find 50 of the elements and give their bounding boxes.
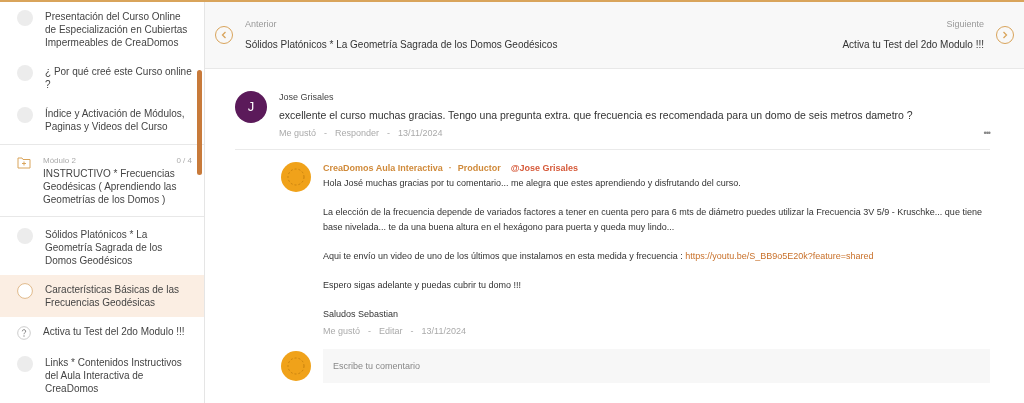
chevron-right-icon: [1001, 31, 1009, 39]
comment-text: excellente el curso muchas gracias. Tengo una pregunta extra. que frecuencia es recomendada para un domo de seis metros dametro ?: [279, 107, 914, 123]
reply-paragraph: Hola José muchas gracias por tu comentario... me alegra que estes aprendiendo y disfrutando del curso.: [323, 177, 742, 191]
more-options-button[interactable]: •••: [983, 127, 990, 141]
separator: -: [368, 325, 372, 339]
chevron-left-icon: [220, 31, 228, 39]
question-icon: [17, 326, 31, 340]
status-circle-icon: [17, 283, 33, 299]
comment-date: 13/11/2024: [398, 127, 443, 141]
sidebar-item[interactable]: Presentación del Curso Online de Especialización en Cubiertas Impermeables de CreaDomos: [0, 2, 204, 57]
sidebar-item[interactable]: Características Básicas de las Frecuencias Geodésicas: [0, 275, 204, 317]
sidebar-item[interactable]: ¿ Por qué creé este Curso online ?: [0, 57, 204, 99]
lesson-title: ¿ Por qué creé este Curso online ?: [45, 65, 192, 91]
lesson-title: Características Básicas de las Frecuencias Geodésicas: [45, 283, 180, 309]
lesson-title: Activa tu Test del 2do Modulo !!!: [43, 325, 186, 338]
user-avatar: J: [235, 91, 267, 123]
reply-paragraph: Saludos Sebastian: [323, 308, 400, 322]
comment-input-field[interactable]: Escribe tu comentario: [323, 348, 990, 383]
scrollbar-thumb[interactable]: [197, 70, 202, 175]
sidebar-item[interactable]: Sólidos Platónicos * La Geometría Sagrada de los Domos Geodésicos: [0, 220, 204, 275]
previous-lesson-link[interactable]: Sólidos Platónicos * La Geometría Sagrada de los Domos Geodésicos: [245, 37, 558, 53]
separator-dot: ·: [448, 161, 452, 175]
sidebar-item[interactable]: Índice y Activación de Módulos, Paginas y Videos del Curso: [0, 99, 204, 141]
lesson-title: Índice y Activación de Módulos, Paginas y Videos del Curso: [45, 107, 186, 133]
next-lesson-link[interactable]: Activa tu Test del 2do Modulo !!!: [842, 37, 984, 53]
previous-label: Anterior: [245, 17, 277, 31]
lesson-title: Presentación del Curso Online de Especialización en Cubiertas Impermeables de CreaDomos: [45, 10, 189, 49]
reply-author: CreaDomos Aula Interactiva: [323, 161, 443, 175]
mention-link[interactable]: @Jose Grisales: [510, 161, 579, 176]
video-link[interactable]: https://youtu.be/S_BB9o5E20k?feature=shared: [685, 251, 874, 262]
reply-paragraph: La elección de la frecuencia depende de variados factores a tener en cuenta pero para 6 mts de diámetro puedes utilizar la Frecuencia 3V 5/9 - Kruschke... que tiene base nivelada... te da una buena altura en el hexágono para puerta y queda muy lindo...: [323, 206, 983, 235]
role-label: Productor: [457, 161, 501, 175]
module-label: Módulo 2: [43, 155, 76, 167]
separator: -: [324, 127, 328, 141]
reply-paragraph: Aqui te envío un video de uno de los últimos que instalamos en esta medida y frecuencia :: [323, 251, 683, 262]
brand-avatar-icon: [281, 350, 311, 381]
lesson-title: Links * Contenidos Instructivos del Aula Interactiva de CreaDomos: [45, 356, 183, 395]
separator: -: [387, 127, 391, 141]
progress-count: 0 / 4: [176, 155, 192, 167]
brand-avatar-icon: [281, 161, 311, 192]
lesson-title: INSTRUCTIVO * Frecuencias Geodésicas ( Aprendiendo las Geometrías de los Domos ): [43, 167, 178, 206]
folder-plus-icon: [17, 157, 31, 169]
sidebar-item[interactable]: Activa tu Test del 2do Modulo !!!: [0, 317, 204, 348]
reply-paragraph: Espero sigas adelante y puedas cubrir tu domo !!!: [323, 279, 523, 293]
comment-date: 13/11/2024: [421, 325, 466, 339]
separator: -: [410, 325, 414, 339]
next-label: Siguiente: [946, 17, 984, 31]
comment-author: Jose Grisales: [279, 91, 335, 104]
sidebar-item[interactable]: Links * Contenidos Instructivos del Aula Interactiva de CreaDomos: [0, 348, 204, 403]
lesson-title: Sólidos Platónicos * La Geometría Sagrada de los Domos Geodésicos: [45, 228, 164, 267]
